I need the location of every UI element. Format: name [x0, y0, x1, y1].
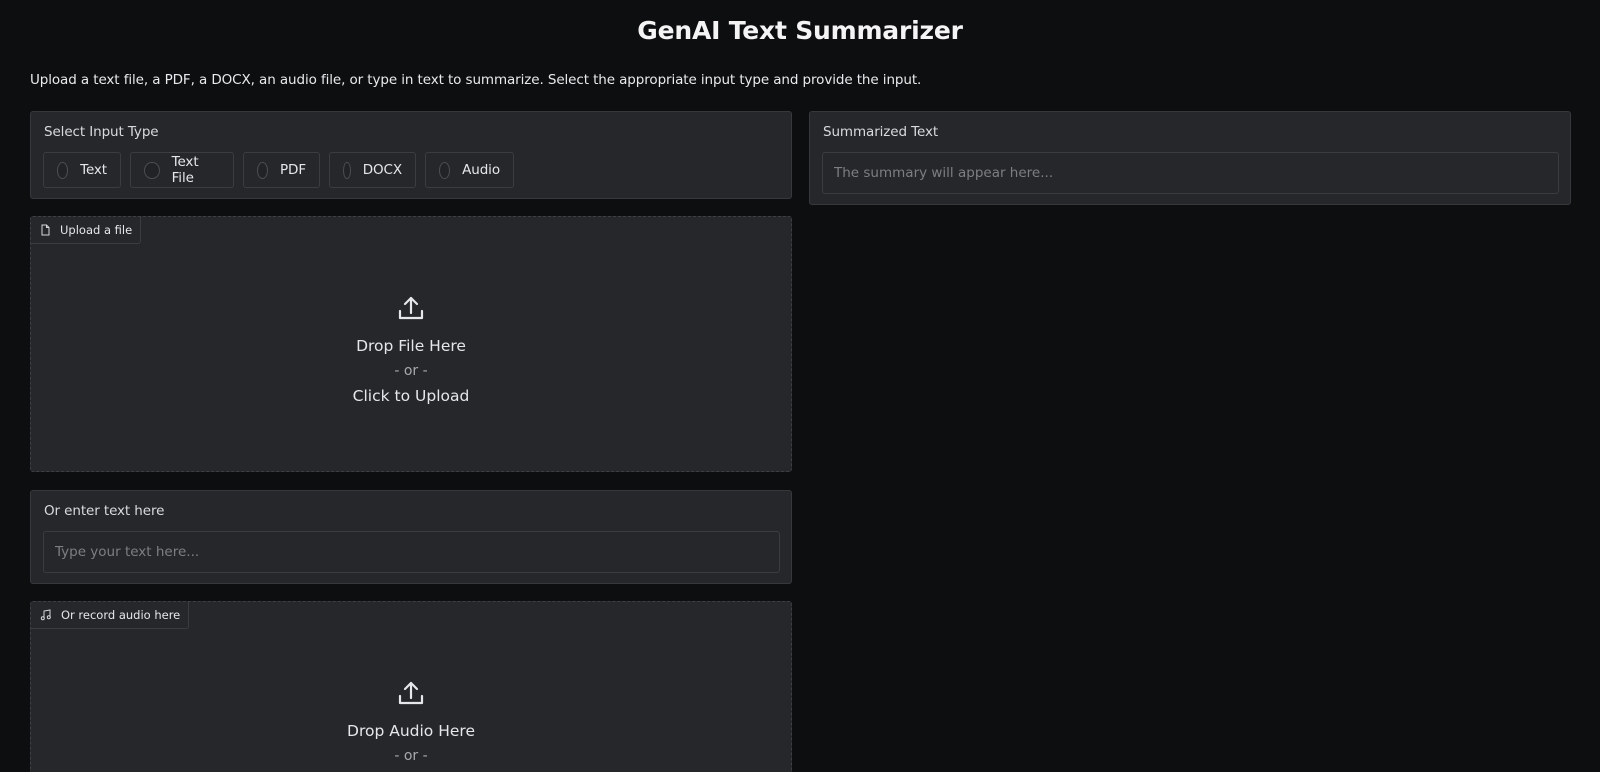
text-entry-input[interactable] [43, 531, 780, 573]
radio-option-pdf[interactable]: PDF [243, 152, 320, 188]
text-entry-label: Or enter text here [44, 503, 165, 519]
radio-option-label: Text File [171, 154, 199, 186]
music-icon [40, 609, 52, 621]
radio-button[interactable] [439, 161, 451, 179]
summary-panel: Summarized Text [809, 111, 1571, 205]
radio-button[interactable] [257, 161, 268, 179]
drop-or-text: - or - [394, 748, 428, 764]
radio-option-label: DOCX [362, 162, 402, 178]
radio-option-label: Audio [462, 162, 500, 178]
app-page: GenAI Text Summarizer Upload a text file… [0, 0, 1600, 772]
radio-option-text[interactable]: Text [43, 152, 121, 188]
drop-audio-text: Drop Audio Here [347, 722, 475, 740]
input-type-panel: Select Input Type Text Text File PDF DOC… [30, 111, 792, 199]
drop-or-text: - or - [394, 363, 428, 379]
drop-file-text: Drop File Here [356, 337, 466, 355]
page-description: Upload a text file, a PDF, a DOCX, an au… [30, 72, 922, 88]
file-upload-panel[interactable]: Upload a file Drop File Here - or - Clic… [30, 216, 792, 472]
click-to-upload-text: Click to Upload [352, 387, 470, 405]
page-title: GenAI Text Summarizer [637, 16, 963, 45]
file-icon [40, 224, 51, 236]
radio-option-label: Text [80, 162, 107, 178]
audio-upload-chip: Or record audio here [31, 602, 190, 629]
summary-label: Summarized Text [823, 124, 939, 140]
upload-icon [31, 680, 791, 711]
upload-icon [31, 295, 791, 326]
input-type-radio-group: Text Text File PDF DOCX Audio [43, 152, 523, 188]
radio-option-docx[interactable]: DOCX [329, 152, 416, 188]
text-entry-panel: Or enter text here [30, 490, 792, 584]
summary-output[interactable] [822, 152, 1559, 194]
radio-button[interactable] [57, 161, 69, 179]
radio-option-label: PDF [279, 162, 306, 178]
radio-option-audio[interactable]: Audio [425, 152, 514, 188]
file-drop-zone[interactable]: Drop File Here - or - Click to Upload [31, 295, 791, 409]
audio-drop-zone[interactable]: Drop Audio Here - or - [31, 680, 791, 769]
audio-upload-panel[interactable]: Or record audio here Drop Audio Here - o… [30, 601, 792, 772]
file-upload-chip: Upload a file [31, 217, 142, 244]
file-upload-chip-label: Upload a file [60, 223, 133, 237]
radio-option-text-file[interactable]: Text File [130, 152, 234, 188]
radio-button[interactable] [144, 161, 160, 179]
radio-button[interactable] [343, 161, 351, 179]
input-type-label: Select Input Type [44, 124, 159, 140]
audio-upload-chip-label: Or record audio here [61, 608, 181, 622]
